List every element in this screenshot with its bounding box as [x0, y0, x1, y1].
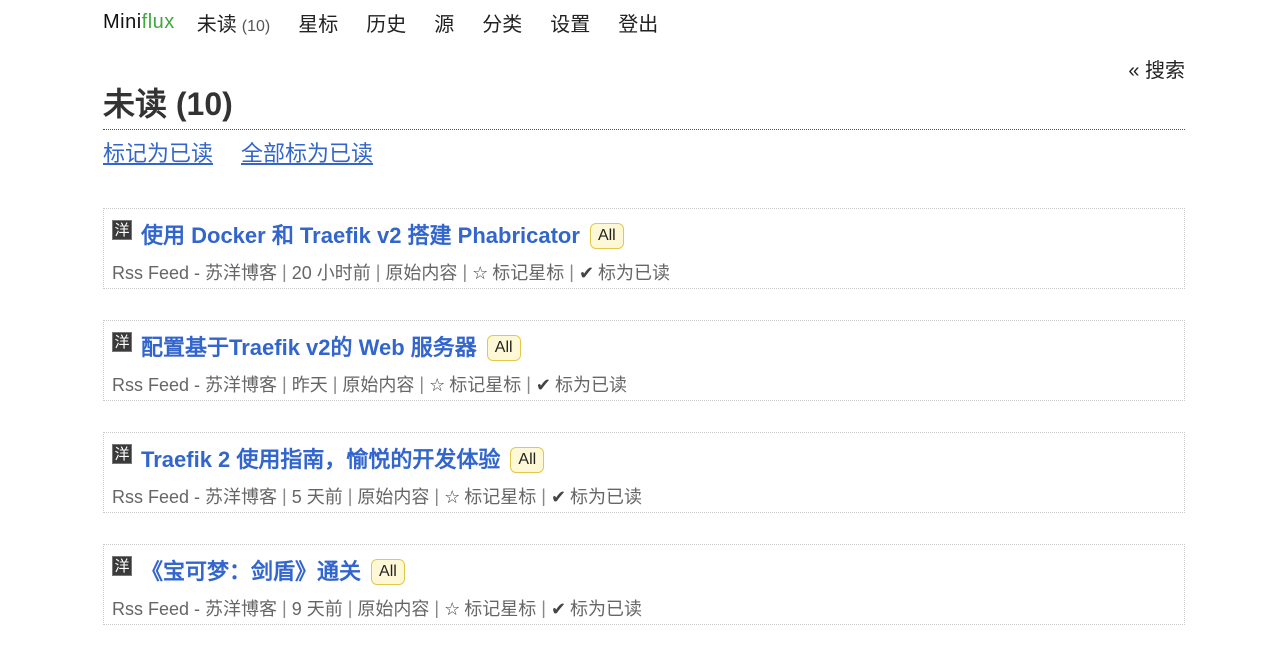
page-header: 未读 (10) [103, 82, 1185, 130]
entry-time: 20 小时前 [291, 263, 371, 283]
nav-item-logout[interactable]: 登出 [618, 8, 658, 37]
entry-meta: Rss Feed - 苏洋博客 | 20 小时前 | 原始内容 | ☆ 标记星标 … [112, 259, 670, 285]
checkmark-icon: ✔ [550, 487, 567, 507]
entry-time: 昨天 [291, 375, 328, 395]
star-entry-label: 标记星标 [492, 263, 565, 283]
entry-meta: Rss Feed - 苏洋博客 | 昨天 | 原始内容 | ☆ 标记星标 | ✔ 标… [112, 371, 627, 397]
separator: | [526, 373, 531, 394]
entry-time: 5 天前 [291, 487, 343, 507]
separator: | [541, 597, 546, 618]
mark-read-button[interactable]: ✔ 标为已读 [551, 483, 642, 509]
entry-feed-link[interactable]: Rss Feed - 苏洋博客 [112, 483, 277, 509]
original-content-link[interactable]: 原始内容 [357, 483, 429, 509]
mark-read-label: 标为已读 [598, 263, 671, 283]
entry-title-row: 洋 Traefik 2 使用指南，愉悦的开发体验 All [112, 442, 545, 474]
entry-title-link[interactable]: 配置基于Traefik v2的 Web 服务器 [141, 330, 477, 362]
original-content-link[interactable]: 原始内容 [385, 259, 457, 285]
star-entry-label: 标记星标 [464, 487, 537, 507]
page-actions: 标记为已读 全部标为已读 [103, 136, 401, 168]
separator: | [434, 485, 440, 506]
nav-item-unread[interactable]: 未读 (10) [197, 8, 270, 37]
mark-all-read-link[interactable]: 全部标为已读 [241, 136, 373, 168]
separator: | [332, 373, 338, 394]
entry-list: 洋 使用 Docker 和 Traefik v2 搭建 Phabricator … [103, 208, 1185, 654]
logo[interactable]: Mini flux [103, 11, 175, 34]
star-entry-button[interactable]: ☆ 标记星标 [444, 595, 536, 621]
entry-time: 9 天前 [291, 599, 343, 619]
nav-item-starred[interactable]: 星标 [298, 8, 338, 37]
entry-title-link[interactable]: 《宝可梦：剑盾》通关 [141, 554, 361, 586]
star-entry-button[interactable]: ☆ 标记星标 [444, 483, 536, 509]
logo-suffix: flux [141, 10, 175, 33]
entry-feed-link[interactable]: Rss Feed - 苏洋博客 [112, 371, 277, 397]
category-badge[interactable]: All [510, 447, 545, 473]
star-outline-icon: ☆ [444, 487, 461, 507]
separator: | [375, 261, 381, 282]
separator: | [541, 485, 546, 506]
entry-item: 洋 使用 Docker 和 Traefik v2 搭建 Phabricator … [103, 208, 1185, 289]
page-title: 未读 (10) [103, 86, 233, 122]
entry-item: 洋 Traefik 2 使用指南，愉悦的开发体验 All Rss Feed - … [103, 432, 1185, 513]
mark-read-label: 标为已读 [570, 487, 643, 507]
star-entry-label: 标记星标 [464, 599, 537, 619]
separator: | [282, 597, 287, 618]
top-navigation: Mini flux 未读 (10) 星标 历史 源 分类 设置 登出 [103, 8, 686, 36]
entry-title-row: 洋 配置基于Traefik v2的 Web 服务器 All [112, 330, 521, 362]
mark-read-label: 标为已读 [570, 599, 643, 619]
separator: | [434, 597, 440, 618]
entry-meta: Rss Feed - 苏洋博客 | 9 天前 | 原始内容 | ☆ 标记星标 | … [112, 595, 642, 621]
separator: | [282, 485, 287, 506]
entry-feed-link[interactable]: Rss Feed - 苏洋博客 [112, 259, 277, 285]
mark-read-label: 标为已读 [555, 375, 628, 395]
star-outline-icon: ☆ [429, 375, 446, 395]
star-entry-button[interactable]: ☆ 标记星标 [472, 259, 564, 285]
entry-item: 洋 配置基于Traefik v2的 Web 服务器 All Rss Feed -… [103, 320, 1185, 401]
entry-title-row: 洋 《宝可梦：剑盾》通关 All [112, 554, 405, 586]
checkmark-icon: ✔ [535, 375, 552, 395]
entry-title-link[interactable]: Traefik 2 使用指南，愉悦的开发体验 [141, 442, 500, 474]
category-badge[interactable]: All [486, 335, 521, 361]
star-outline-icon: ☆ [444, 599, 461, 619]
nav-item-unread-label: 未读 [196, 13, 237, 36]
checkmark-icon: ✔ [550, 599, 567, 619]
feed-icon: 洋 [112, 332, 132, 352]
nav-item-history[interactable]: 历史 [366, 8, 406, 37]
feed-icon: 洋 [112, 220, 132, 240]
checkmark-icon: ✔ [578, 263, 595, 283]
entry-item: 洋 《宝可梦：剑盾》通关 All Rss Feed - 苏洋博客 | 9 天前 … [103, 544, 1185, 625]
separator: | [462, 261, 468, 282]
separator: | [347, 485, 353, 506]
star-entry-label: 标记星标 [449, 375, 522, 395]
logo-prefix: Mini [103, 10, 142, 33]
separator: | [347, 597, 353, 618]
star-outline-icon: ☆ [472, 263, 489, 283]
star-entry-button[interactable]: ☆ 标记星标 [429, 371, 521, 397]
separator: | [282, 373, 287, 394]
entry-title-link[interactable]: 使用 Docker 和 Traefik v2 搭建 Phabricator [141, 218, 580, 250]
nav-item-unread-count: (10) [241, 17, 271, 35]
category-badge[interactable]: All [589, 223, 624, 249]
entry-title-row: 洋 使用 Docker 和 Traefik v2 搭建 Phabricator … [112, 218, 624, 250]
separator: | [419, 373, 425, 394]
category-badge[interactable]: All [371, 559, 405, 585]
nav-item-feeds[interactable]: 源 [434, 8, 454, 37]
feed-icon: 洋 [112, 444, 132, 464]
search-link[interactable]: « 搜索 [1128, 54, 1185, 83]
original-content-link[interactable]: 原始内容 [342, 371, 414, 397]
mark-read-button[interactable]: ✔ 标为已读 [536, 371, 627, 397]
mark-read-button[interactable]: ✔ 标为已读 [579, 259, 670, 285]
mark-read-button[interactable]: ✔ 标为已读 [551, 595, 642, 621]
mark-page-read-link[interactable]: 标记为已读 [103, 136, 213, 168]
separator: | [282, 261, 287, 282]
nav-item-settings[interactable]: 设置 [550, 8, 590, 37]
entry-feed-link[interactable]: Rss Feed - 苏洋博客 [112, 595, 277, 621]
entry-meta: Rss Feed - 苏洋博客 | 5 天前 | 原始内容 | ☆ 标记星标 | … [112, 483, 642, 509]
separator: | [569, 261, 574, 282]
feed-icon: 洋 [112, 556, 132, 576]
nav-item-categories[interactable]: 分类 [482, 8, 522, 37]
original-content-link[interactable]: 原始内容 [357, 595, 429, 621]
